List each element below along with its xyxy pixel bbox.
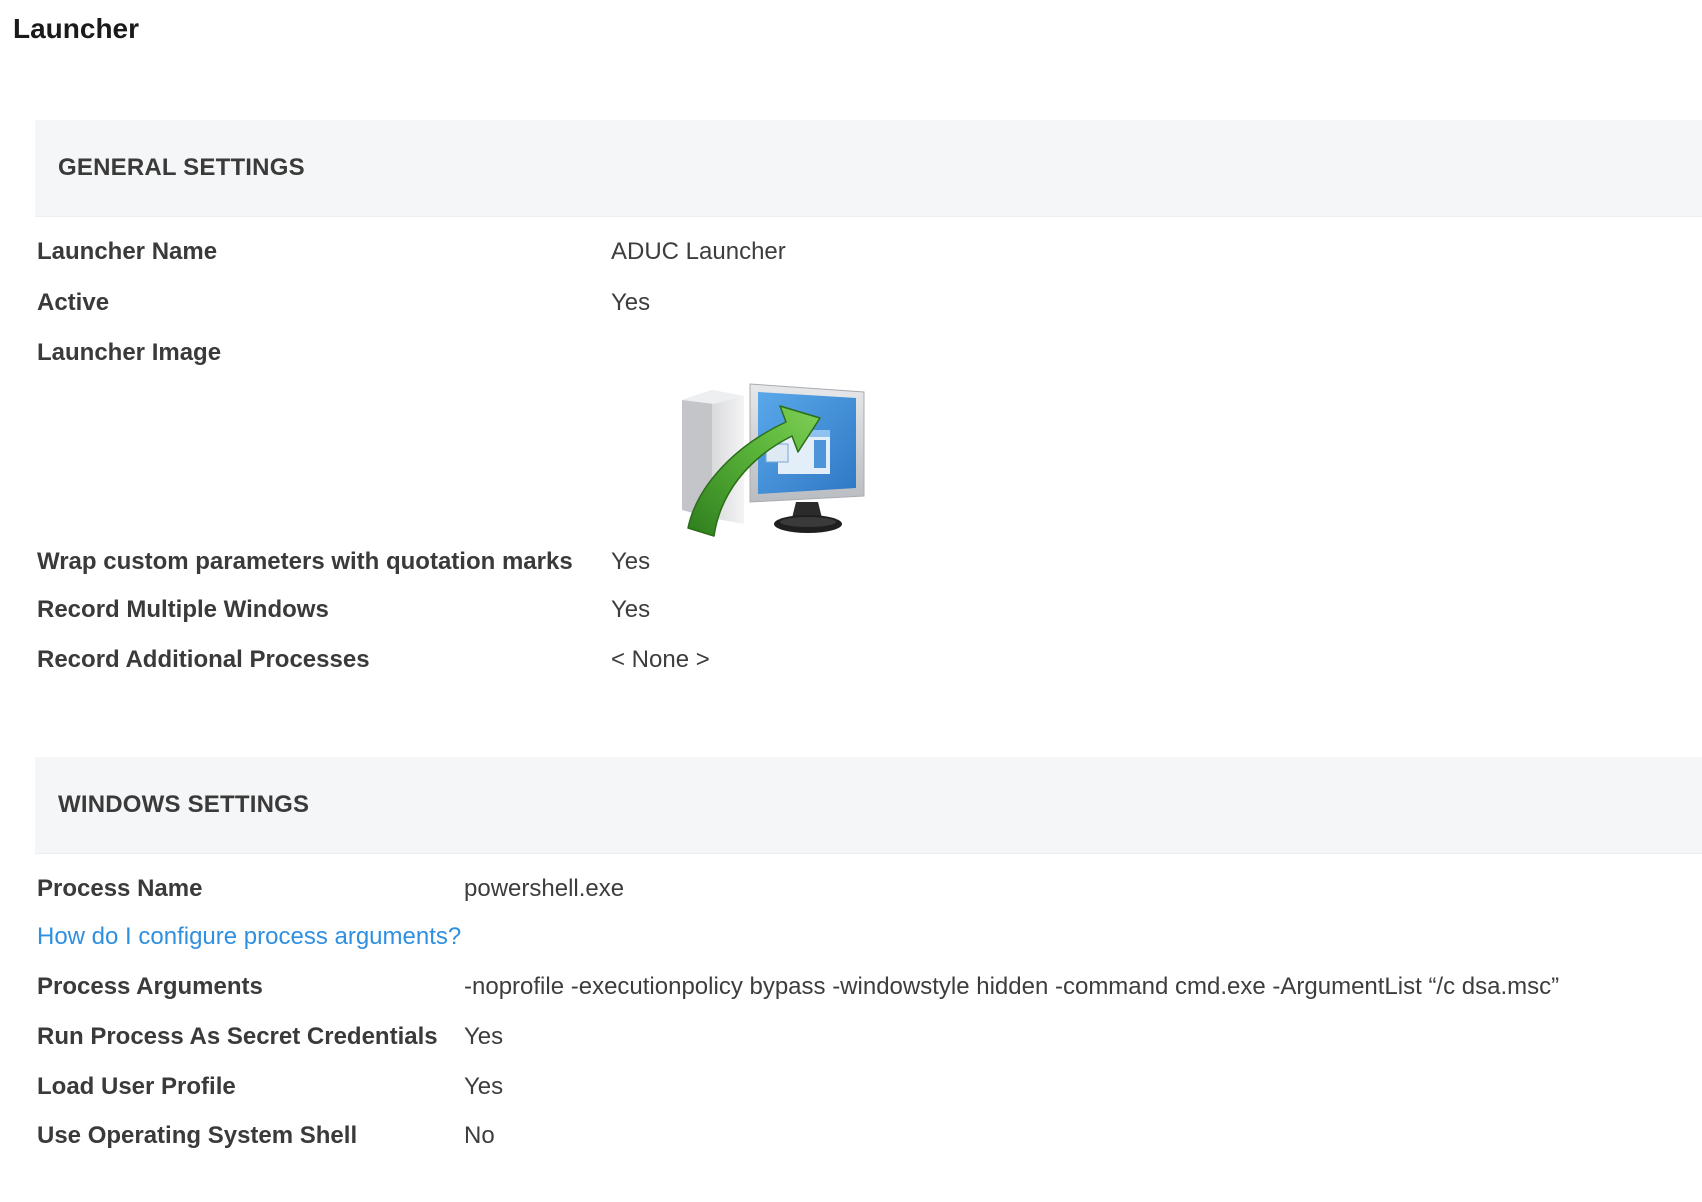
windows-settings-title: WINDOWS SETTINGS	[58, 791, 310, 818]
monitor-arrow-launcher-icon	[682, 383, 865, 537]
active-value: Yes	[611, 289, 651, 316]
record-additional-processes-label: Record Additional Processes	[37, 646, 370, 673]
process-arguments-help-link[interactable]: How do I configure process arguments?	[37, 921, 461, 953]
load-user-profile-label: Load User Profile	[37, 1073, 236, 1100]
wrap-quotation-value: Yes	[611, 548, 651, 575]
run-as-secret-credentials-label: Run Process As Secret Credentials	[37, 1023, 438, 1050]
run-as-secret-credentials-value: Yes	[464, 1023, 504, 1050]
use-os-shell-label: Use Operating System Shell	[37, 1122, 358, 1149]
process-name-value: powershell.exe	[464, 875, 625, 902]
record-multiple-windows-label: Record Multiple Windows	[37, 596, 329, 623]
wrap-quotation-label: Wrap custom parameters with quotation ma…	[37, 548, 573, 575]
load-user-profile-value: Yes	[464, 1073, 504, 1100]
use-os-shell-value: No	[464, 1122, 495, 1149]
launcher-name-value: ADUC Launcher	[611, 238, 786, 265]
windows-settings-header: WINDOWS SETTINGS	[35, 757, 1702, 854]
general-settings-title: GENERAL SETTINGS	[58, 154, 305, 181]
record-additional-processes-value: < None >	[611, 646, 710, 673]
launcher-name-label: Launcher Name	[37, 238, 218, 265]
record-multiple-windows-value: Yes	[611, 596, 651, 623]
process-arguments-value: -noprofile -executionpolicy bypass -wind…	[464, 973, 1560, 1000]
launcher-image-label: Launcher Image	[37, 339, 222, 366]
general-settings-header: GENERAL SETTINGS	[35, 120, 1702, 217]
active-label: Active	[37, 289, 110, 316]
process-arguments-label: Process Arguments	[37, 973, 263, 1000]
process-name-label: Process Name	[37, 875, 203, 902]
page-title: Launcher	[13, 13, 140, 44]
